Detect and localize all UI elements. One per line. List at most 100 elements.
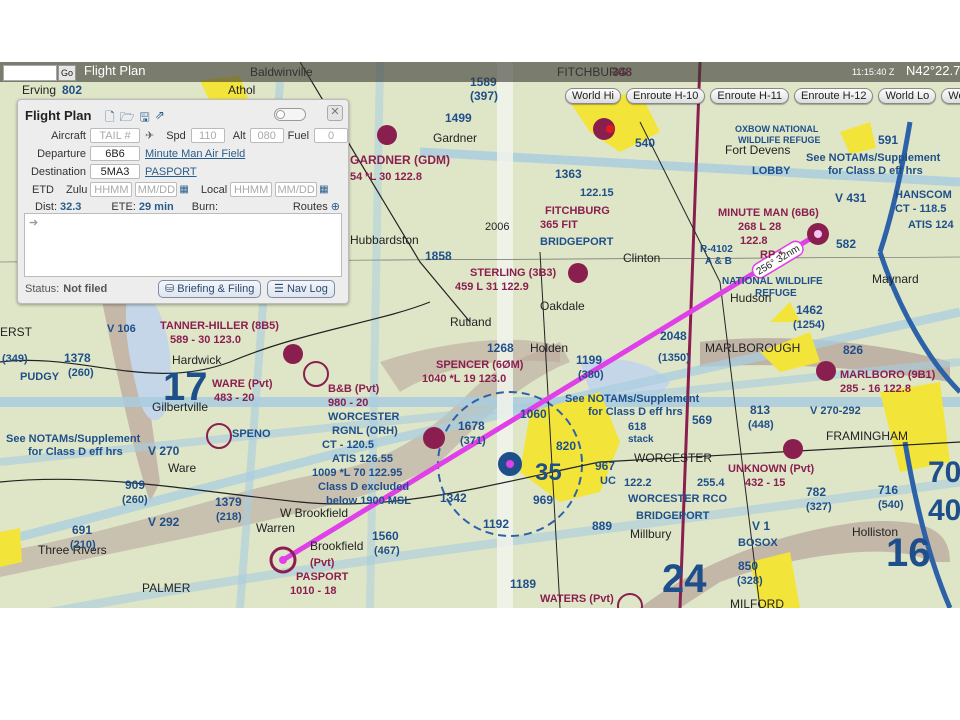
aircraft-input[interactable]: TAIL # (90, 128, 140, 143)
map-label: 820 (556, 439, 576, 453)
maximum-elevation-figure: 35 (535, 459, 562, 486)
local-label: Local (200, 183, 228, 196)
zulu-calendar-icon[interactable]: ▦ (179, 184, 188, 195)
map-label: 618 (628, 421, 646, 433)
status-value: Not filed (63, 283, 108, 295)
zulu-time-input[interactable]: HHMM (90, 182, 133, 197)
go-button[interactable]: Go (58, 65, 76, 81)
maximum-elevation-figure: 16 (886, 531, 931, 575)
utc-clock: 11:15:40 Z (852, 67, 895, 77)
route-textarea[interactable]: ➔ (24, 213, 342, 277)
local-calendar-icon[interactable]: ▦ (319, 184, 328, 195)
tab-enroute-h10[interactable]: Enroute H-10 (625, 88, 706, 104)
departure-airport-link[interactable]: Minute Man Air Field (145, 148, 245, 160)
map-label: 365 FIT (540, 219, 578, 231)
map-label: V 106 (107, 323, 136, 335)
map-label: for Class D eff hrs (28, 446, 123, 458)
map-label: (218) (216, 511, 242, 523)
toolbar-title[interactable]: Flight Plan (84, 63, 145, 78)
map-label: 268 L 28 (738, 221, 781, 233)
map-label: 1378 (64, 351, 91, 365)
map-label: (Pvt) (310, 557, 335, 569)
map-label: PALMER (142, 581, 191, 595)
tab-enroute-h12[interactable]: Enroute H-12 (794, 88, 874, 104)
fuel-input[interactable]: 0 (314, 128, 349, 143)
alt-input[interactable]: 080 (249, 128, 284, 143)
map-label: SPENCER (6ØM) (436, 359, 524, 371)
map-label: Class D excluded (318, 481, 409, 493)
departure-input[interactable]: 6B6 (90, 146, 140, 161)
add-circle-icon: ⊕ (330, 201, 340, 213)
routes-label: Routes (292, 201, 328, 213)
map-label: 1363 (555, 167, 582, 181)
map-label: FITCHBURG (545, 205, 610, 217)
map-label: Hudson (730, 291, 771, 305)
map-label: (210) (70, 539, 96, 551)
map-label: RGNL (ORH) (332, 425, 398, 437)
map-label: Athol (228, 83, 255, 97)
map-label: 716 (878, 483, 898, 497)
zulu-date-input[interactable]: MM/DD (135, 182, 178, 197)
routes-button[interactable]: Routes ⊕ (293, 200, 340, 213)
maximum-elevation-figure: 70 (928, 456, 960, 489)
map-label: 850 (738, 559, 758, 573)
map-label: 909 (125, 478, 145, 492)
open-folder-icon[interactable]: 🗁 (120, 108, 135, 129)
dist-value: 32.3 (60, 200, 82, 213)
map-label: 1060 (520, 407, 547, 421)
map-label: (349) (2, 353, 28, 365)
nav-log-button[interactable]: ☰ Nav Log (267, 280, 335, 298)
zulu-label: Zulu (66, 183, 88, 196)
share-icon[interactable]: ⇗ (155, 108, 165, 129)
map-label: Hubbardston (350, 233, 419, 247)
briefing-filing-button[interactable]: ⛁ Briefing & Filing (158, 280, 262, 298)
map-label: (260) (68, 367, 94, 379)
panel-toggle-switch[interactable] (274, 108, 306, 121)
map-label: (397) (470, 89, 498, 103)
local-time-input[interactable]: HHMM (230, 182, 273, 197)
map-label: 1379 (215, 495, 242, 509)
map-label: See NOTAMs/Supplement (6, 433, 141, 445)
map-label: 1192 (483, 517, 509, 531)
save-icon[interactable]: 🖫 (140, 108, 150, 129)
destination-label: Destination (30, 165, 86, 178)
aircraft-lookup-icon[interactable]: ✈ (145, 129, 154, 142)
destination-waypoint (279, 556, 287, 564)
map-label: 1189 (510, 577, 536, 591)
map-label: 1858 (425, 249, 452, 263)
map-label: 782 (806, 485, 826, 499)
tab-enroute-h11[interactable]: Enroute H-11 (710, 88, 790, 104)
local-date-input[interactable]: MM/DD (275, 182, 318, 197)
list-icon: ☰ (274, 283, 284, 295)
map-label: 2006 (485, 221, 509, 233)
tab-world-vfr[interactable]: World VFR (941, 88, 960, 104)
map-label: WATERS (Pvt) (540, 593, 614, 605)
airport-gardner (377, 125, 397, 145)
map-label: 122.15 (580, 187, 614, 199)
new-file-icon[interactable]: 🗋 (105, 108, 115, 129)
map-label: (540) (878, 499, 904, 511)
close-button[interactable]: ✕ (327, 105, 343, 121)
destination-input[interactable]: 5MA3 (90, 164, 140, 179)
map-label: 1268 (487, 341, 514, 355)
departure-waypoint (814, 230, 822, 238)
map-label: Warren (256, 521, 295, 535)
tab-world-lo[interactable]: World Lo (878, 88, 937, 104)
map-label: RP * (760, 249, 783, 261)
map-label: stack (628, 434, 654, 445)
destination-airport-link[interactable]: PASPORT (145, 166, 197, 178)
map-label: 1010 - 18 (290, 585, 336, 597)
tab-world-hi[interactable]: World Hi (565, 88, 621, 104)
map-label: MILFORD (730, 597, 784, 608)
map-label: Clinton (623, 251, 660, 265)
map-label: (371) (460, 435, 486, 447)
map-label: (260) (122, 494, 148, 506)
dist-label: Dist: (35, 200, 57, 213)
spd-input[interactable]: 110 (190, 128, 225, 143)
map-label: V 270-292 (810, 405, 861, 417)
map-label: WORCESTER (328, 411, 400, 423)
maximum-elevation-figure: 17 (163, 365, 208, 409)
fuel-label: Fuel (287, 129, 310, 142)
map-label: MARLBOROUGH (705, 341, 800, 355)
search-input[interactable] (3, 65, 57, 81)
